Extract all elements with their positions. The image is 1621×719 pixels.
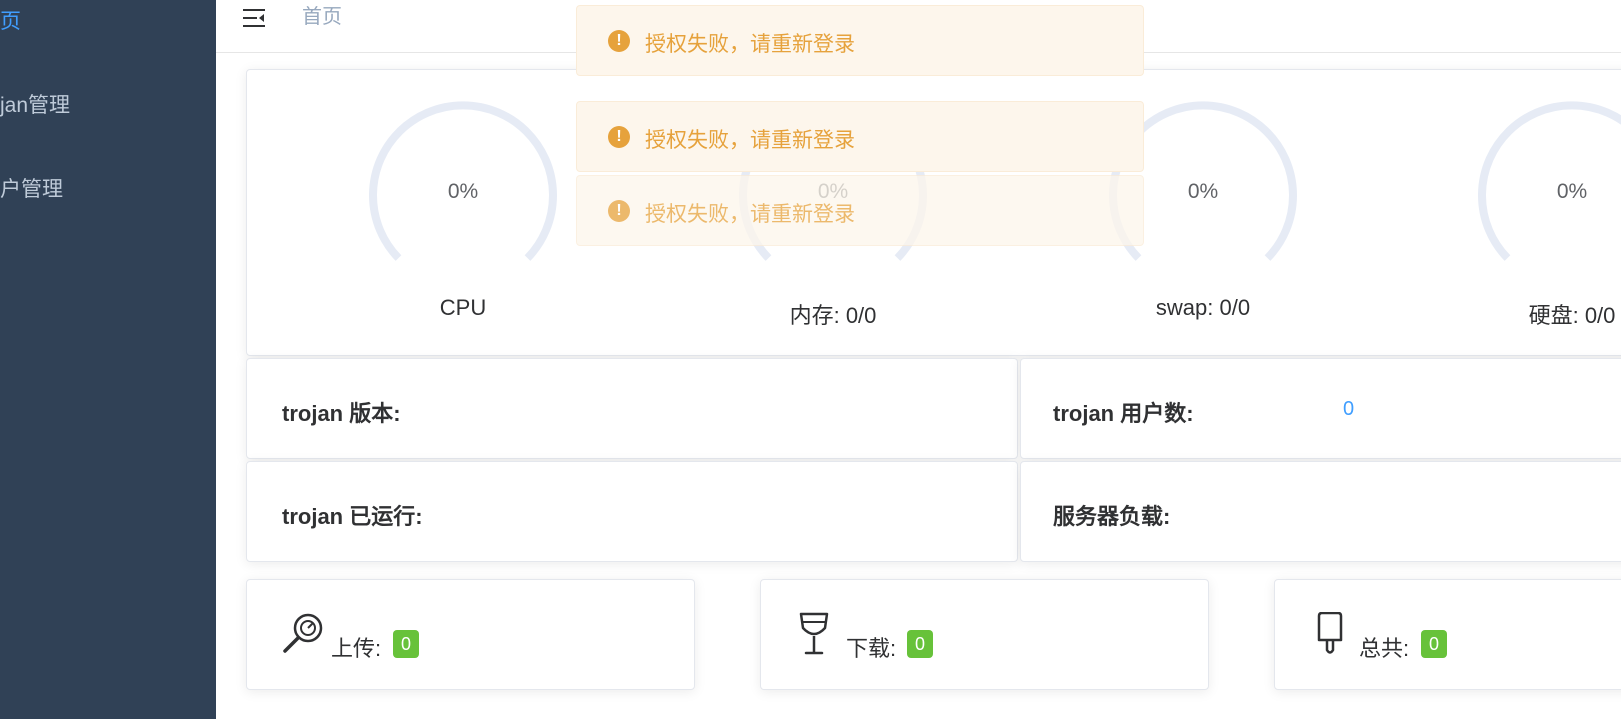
- lollipop-icon: [282, 612, 324, 659]
- trojan-version-label: trojan 版本:: [282, 401, 401, 426]
- warning-icon: !: [608, 126, 630, 148]
- download-label: 下载:: [846, 636, 897, 661]
- upload-value-badge: 0: [393, 630, 420, 658]
- toast-message: 授权失败，请重新登录: [645, 129, 855, 152]
- cpu-gauge: 0%: [368, 100, 558, 270]
- upload-label: 上传:: [331, 636, 382, 661]
- breadcrumb-home[interactable]: 首页: [302, 3, 342, 31]
- wine-glass-icon: [798, 612, 830, 661]
- total-value-badge: 0: [1421, 630, 1448, 658]
- server-load-label: 服务器负载:: [1053, 504, 1171, 529]
- warning-icon: !: [608, 30, 630, 52]
- auth-failed-toast: ! 授权失败，请重新登录: [576, 101, 1144, 172]
- swap-gauge-label: swap: 0/0: [1155, 295, 1251, 320]
- disk-gauge-label: 硬盘: 0/0: [1528, 303, 1616, 328]
- total-label: 总共:: [1359, 636, 1410, 661]
- download-value-badge: 0: [907, 630, 934, 658]
- hamburger-menu-icon[interactable]: [242, 7, 268, 29]
- sidebar: 页 jan管理 户管理: [0, 0, 216, 719]
- toast-message: 授权失败，请重新登录: [645, 203, 855, 226]
- popsicle-icon: [1316, 611, 1344, 661]
- cpu-gauge-value: 0%: [447, 180, 479, 203]
- trojan-users-value: 0: [1343, 398, 1355, 420]
- auth-failed-toast: ! 授权失败，请重新登录: [576, 5, 1144, 76]
- trojan-uptime-label: trojan 已运行:: [282, 504, 423, 529]
- auth-failed-toast: ! 授权失败，请重新登录: [576, 175, 1144, 246]
- disk-gauge: 0%: [1477, 100, 1621, 270]
- toast-message: 授权失败，请重新登录: [645, 33, 855, 56]
- trojan-users-label: trojan 用户数:: [1053, 401, 1194, 426]
- cpu-gauge-label: CPU: [439, 295, 487, 320]
- memory-gauge-label: 内存: 0/0: [789, 303, 877, 328]
- warning-icon: !: [608, 200, 630, 222]
- sidebar-item-home[interactable]: 页: [0, 2, 21, 42]
- disk-gauge-value: 0%: [1556, 180, 1588, 203]
- sidebar-item-trojan-management[interactable]: jan管理: [0, 86, 70, 126]
- sidebar-item-user-management[interactable]: 户管理: [0, 170, 63, 210]
